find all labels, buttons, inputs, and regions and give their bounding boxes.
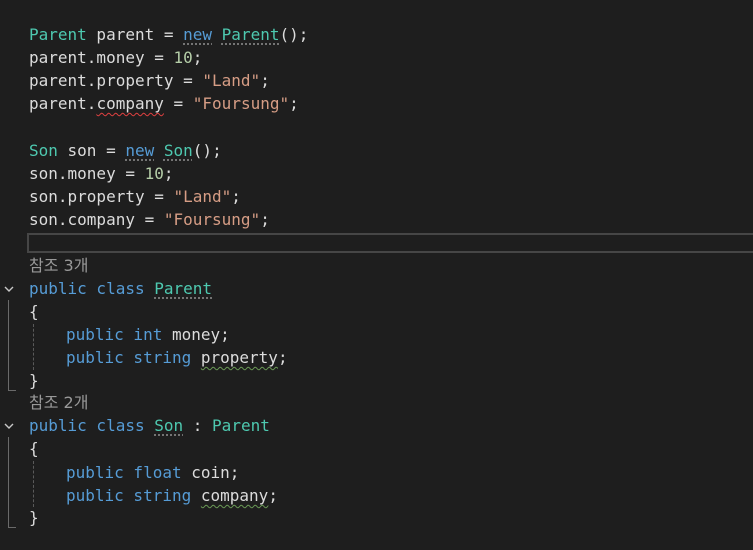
code-text: parent.property = xyxy=(29,71,203,90)
code-text: ; xyxy=(260,210,270,229)
keyword-token: new xyxy=(125,141,155,160)
fold-guide-end xyxy=(8,527,16,528)
warning-squiggle-token[interactable]: property xyxy=(201,348,278,367)
code-line-1[interactable]: Parent parent = new Parent(); xyxy=(29,23,308,46)
code-line-brace-open[interactable]: { xyxy=(29,300,39,323)
type-token: Parent xyxy=(154,279,213,298)
keyword-token: new xyxy=(183,25,213,44)
brace: } xyxy=(29,508,39,527)
brace: { xyxy=(29,302,39,321)
code-line-4[interactable]: parent.company = "Foursung"; xyxy=(29,92,299,115)
chevron-down-icon[interactable] xyxy=(3,420,15,432)
code-line-8[interactable]: son.property = "Land"; xyxy=(29,185,241,208)
brace: { xyxy=(29,439,39,458)
number-token: 10 xyxy=(144,164,164,183)
string-token: "Land" xyxy=(202,71,261,90)
code-text: ; xyxy=(268,486,278,505)
code-text: ; xyxy=(163,164,174,183)
code-text: parent. xyxy=(29,94,97,113)
type-token: Son xyxy=(163,141,193,160)
code-text: ; xyxy=(260,71,270,90)
type-token: Son xyxy=(154,416,184,435)
code-line-field-money[interactable]: public int money; xyxy=(66,323,230,346)
code-text: ; xyxy=(231,187,241,206)
code-text: son.property = xyxy=(29,187,174,206)
code-text: parent.money = xyxy=(29,48,174,67)
code-line-6[interactable]: Son son = new Son(); xyxy=(29,139,222,162)
keyword-token: int xyxy=(123,325,163,344)
keyword-token: class xyxy=(86,279,155,298)
code-line-7[interactable]: son.money = 10; xyxy=(29,162,174,185)
code-line-brace-close[interactable]: } xyxy=(29,369,39,392)
code-lens-references[interactable]: 참조 3개 xyxy=(29,254,88,277)
type-token: Parent xyxy=(221,25,280,44)
code-line-field-company[interactable]: public string company; xyxy=(66,484,278,507)
fold-guide-end xyxy=(8,390,16,391)
code-text: ; xyxy=(277,348,288,367)
current-line-highlight[interactable] xyxy=(27,233,753,253)
code-text: money; xyxy=(162,325,230,344)
code-text: son = xyxy=(57,141,126,160)
keyword-token: public xyxy=(66,486,124,505)
chevron-down-icon[interactable] xyxy=(3,283,15,295)
code-text: : xyxy=(183,416,213,435)
error-squiggle-token[interactable]: company xyxy=(96,94,163,113)
fold-guide xyxy=(8,300,9,390)
brace: } xyxy=(29,371,39,390)
warning-squiggle-token[interactable]: company xyxy=(201,486,268,505)
code-text: ; xyxy=(289,94,299,113)
keyword-token: public xyxy=(66,463,124,482)
keyword-token: public xyxy=(29,279,87,298)
code-line-class-parent[interactable]: public class Parent xyxy=(29,277,212,300)
keyword-token: class xyxy=(86,416,155,435)
code-lens-references[interactable]: 참조 2개 xyxy=(29,391,88,414)
type-token: Parent xyxy=(29,25,87,44)
keyword-token: string xyxy=(123,348,192,367)
code-text: son.company = xyxy=(29,210,164,229)
code-line-3[interactable]: parent.property = "Land"; xyxy=(29,69,270,92)
keyword-token: public xyxy=(66,348,124,367)
string-token: "Land" xyxy=(173,187,232,206)
code-line-9[interactable]: son.company = "Foursung"; xyxy=(29,208,270,231)
indent-guide xyxy=(33,324,34,370)
code-text: son.money = xyxy=(29,164,145,183)
string-token: "Foursung" xyxy=(163,210,261,229)
code-text: ; xyxy=(192,48,203,67)
code-text: = xyxy=(163,94,193,113)
code-line-field-property[interactable]: public string property; xyxy=(66,346,288,369)
code-text: (); xyxy=(279,25,309,44)
code-text: (); xyxy=(192,141,222,160)
code-line-class-son[interactable]: public class Son : Parent xyxy=(29,414,270,437)
code-line-brace-close[interactable]: } xyxy=(29,506,39,529)
keyword-token: public xyxy=(29,416,87,435)
number-token: 10 xyxy=(173,48,193,67)
string-token: "Foursung" xyxy=(192,94,290,113)
code-line-brace-open[interactable]: { xyxy=(29,437,39,460)
code-line-field-coin[interactable]: public float coin; xyxy=(66,461,239,484)
keyword-token: public xyxy=(66,325,124,344)
keyword-token: float xyxy=(123,463,182,482)
type-token: Son xyxy=(29,141,58,160)
indent-guide xyxy=(33,461,34,507)
keyword-token: string xyxy=(123,486,192,505)
code-editor[interactable]: Parent parent = new Parent(); parent.mon… xyxy=(0,0,753,550)
code-text: parent = xyxy=(86,25,184,44)
code-line-2[interactable]: parent.money = 10; xyxy=(29,46,202,69)
type-token: Parent xyxy=(212,416,270,435)
fold-guide xyxy=(8,437,9,527)
code-text: coin; xyxy=(181,463,240,482)
